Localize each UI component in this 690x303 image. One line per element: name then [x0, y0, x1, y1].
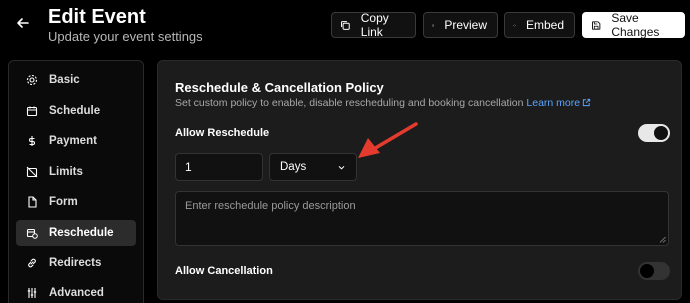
period-unit-value: Days	[280, 161, 307, 173]
embed-button[interactable]: Embed	[504, 12, 575, 38]
link-icon	[28, 258, 36, 268]
sidebar-item-label: Limits	[49, 166, 83, 178]
sidebar-item-schedule[interactable]: Schedule	[16, 98, 136, 124]
sidebar-item-label: Form	[49, 196, 78, 208]
section-title: Reschedule & Cancellation Policy	[175, 80, 384, 95]
textarea-placeholder: Enter reschedule policy description	[185, 200, 356, 212]
sliders-icon	[27, 288, 37, 298]
dollar-icon	[29, 136, 35, 146]
embed-label: Embed	[525, 18, 564, 32]
toggle-knob	[640, 264, 654, 278]
external-link-icon	[582, 98, 591, 107]
learn-more-link[interactable]: Learn more	[526, 97, 591, 109]
copy-link-button[interactable]: Copy Link	[331, 11, 416, 39]
code-icon	[513, 24, 516, 26]
sidebar-item-form[interactable]: Form	[16, 189, 136, 215]
allow-reschedule-label: Allow Reschedule	[175, 127, 270, 139]
description-text: Set custom policy to enable, disable res…	[175, 97, 524, 109]
preview-label: Preview	[444, 18, 487, 32]
resize-handle-icon[interactable]	[659, 236, 666, 243]
copy-icon	[341, 20, 350, 30]
save-changes-label: Save Changes	[611, 11, 660, 39]
page-subtitle: Update your event settings	[48, 29, 203, 44]
learn-more-label: Learn more	[526, 97, 581, 109]
external-link-icon	[432, 24, 435, 26]
reschedule-description-textarea[interactable]: Enter reschedule policy description	[175, 191, 669, 246]
calendar-off-icon	[26, 166, 38, 178]
copy-link-label: Copy Link	[360, 11, 389, 39]
toggle-knob	[654, 126, 668, 140]
preview-button[interactable]: Preview	[423, 12, 498, 38]
back-arrow-icon[interactable]	[14, 14, 32, 32]
chevron-down-icon	[338, 165, 345, 170]
save-changes-button[interactable]: Save Changes	[582, 11, 685, 39]
file-icon	[28, 196, 37, 208]
sidebar-item-label: Advanced	[49, 287, 104, 299]
sidebar-item-label: Schedule	[49, 105, 101, 117]
sidebar-item-label: Redirects	[49, 257, 102, 269]
save-icon	[591, 20, 601, 30]
reschedule-period-input[interactable]: 1	[175, 153, 263, 181]
allow-cancellation-toggle[interactable]	[638, 262, 670, 280]
calendar-icon	[26, 106, 38, 117]
sidebar-item-reschedule[interactable]: Reschedule	[16, 220, 136, 246]
section-description: Set custom policy to enable, disable res…	[175, 97, 591, 109]
allow-cancellation-label: Allow Cancellation	[175, 265, 273, 277]
gear-icon	[26, 74, 38, 86]
sidebar-item-redirects[interactable]: Redirects	[16, 250, 136, 276]
calendar-clock-icon	[26, 228, 38, 239]
page-title: Edit Event	[48, 6, 146, 28]
period-unit-select[interactable]: Days	[269, 153, 357, 181]
settings-sidebar: Basic Schedule Payment Limits Form Resch…	[8, 60, 144, 303]
sidebar-item-payment[interactable]: Payment	[16, 128, 136, 154]
sidebar-item-label: Basic	[49, 74, 80, 86]
allow-reschedule-toggle[interactable]	[638, 124, 670, 142]
sidebar-item-advanced[interactable]: Advanced	[16, 280, 136, 303]
sidebar-item-label: Payment	[49, 135, 97, 147]
sidebar-item-basic[interactable]: Basic	[16, 67, 136, 93]
sidebar-item-label: Reschedule	[49, 227, 114, 239]
reschedule-policy-panel: Reschedule & Cancellation Policy Set cus…	[157, 60, 682, 300]
sidebar-item-limits[interactable]: Limits	[16, 159, 136, 185]
